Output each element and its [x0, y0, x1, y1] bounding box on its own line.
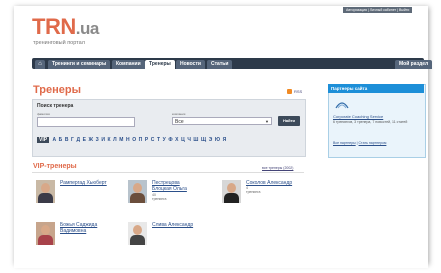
alpha-letter[interactable]: Щ — [201, 137, 206, 143]
tab-trainers[interactable]: Тренеры — [145, 60, 175, 69]
alpha-letter[interactable]: А — [52, 137, 56, 143]
alpha-letter[interactable]: Ч — [187, 137, 191, 143]
become-partner-link[interactable]: Стать партнером — [359, 141, 387, 145]
alpha-letter[interactable]: П — [139, 137, 143, 143]
top-account-links: Авторизация | Личный кабинет | Выйти — [343, 7, 413, 13]
trainer-trainings-count: 40 тренинга — [152, 193, 167, 201]
alpha-letter[interactable]: Л — [113, 137, 117, 143]
partner-name-link[interactable]: Corporate Coaching Service — [333, 114, 383, 119]
alpha-letter[interactable]: Н — [126, 137, 130, 143]
tab-companies[interactable]: Компании — [112, 60, 145, 69]
alpha-letter[interactable]: Д — [76, 137, 80, 143]
company-select[interactable]: Все ▼ — [172, 117, 272, 125]
alpha-letter[interactable]: М — [119, 137, 123, 143]
partner-links: Все партнеры | Стать партнером — [333, 141, 387, 145]
alpha-letter[interactable]: Ш — [193, 137, 198, 143]
alpha-letter[interactable]: Ж — [89, 137, 94, 143]
site-tagline: тренинговый портал — [33, 40, 85, 46]
alpha-letter[interactable]: В — [65, 137, 69, 143]
search-title: Поиск тренера — [37, 103, 74, 109]
partners-title: Партнеры сайта — [328, 84, 424, 93]
partner-logo-icon[interactable] — [334, 98, 350, 110]
my-section-button[interactable]: Мой раздел — [395, 60, 433, 69]
alpha-letter[interactable]: У — [163, 137, 166, 143]
trainer-name-link[interactable]: Рампергад Хьюберт — [60, 180, 120, 186]
alpha-letter[interactable]: И — [101, 137, 105, 143]
alpha-letter[interactable]: О — [132, 137, 136, 143]
trainer-name-link[interactable]: Божья Саджида Вадимовна — [60, 222, 110, 234]
alpha-letter[interactable]: Я — [223, 137, 227, 143]
alpha-vip[interactable]: VIP — [37, 137, 50, 143]
personal-link[interactable]: Личный кабинет — [370, 8, 396, 12]
alpha-letter[interactable]: З — [96, 137, 99, 143]
alpha-letter[interactable]: К — [108, 137, 111, 143]
find-button[interactable]: Найти — [278, 116, 300, 126]
alpha-letter[interactable]: Т — [157, 137, 160, 143]
trainer-name-link[interactable]: Слива Александр — [152, 222, 212, 228]
divider — [32, 172, 304, 173]
alpha-letter[interactable]: Ф — [168, 137, 172, 143]
rss-link[interactable]: RSS — [294, 89, 302, 94]
trainer-name-input[interactable] — [37, 117, 135, 127]
trainer-photo[interactable] — [36, 180, 55, 203]
trainer-name-link[interactable]: Пестрецова Блоцкая Ольга — [152, 180, 197, 192]
alpha-letter[interactable]: Ю — [215, 137, 220, 143]
vip-trainers-title: VIP-тренеры — [33, 163, 77, 170]
page-title: Тренеры — [33, 84, 82, 96]
tab-news[interactable]: Новости — [176, 60, 205, 69]
logout-link[interactable]: Выйти — [399, 8, 409, 12]
trainer-photo[interactable] — [128, 222, 147, 245]
alpha-letter[interactable]: Р — [145, 137, 148, 143]
alpha-letter[interactable]: Б — [59, 137, 63, 143]
rss-icon[interactable] — [287, 89, 292, 94]
trainer-photo[interactable] — [36, 222, 55, 245]
trainer-photo[interactable] — [222, 180, 241, 203]
all-trainers-link[interactable]: все тренеры (2002) — [262, 166, 293, 170]
page-curl — [14, 252, 428, 268]
chevron-down-icon: ▼ — [265, 119, 269, 124]
partner-description: 6 тренингов, 3 тренера, 7 новостей, 11 с… — [333, 120, 408, 124]
tab-articles[interactable]: Статьи — [207, 60, 233, 69]
alpha-letter[interactable]: Х — [175, 137, 178, 143]
home-icon[interactable]: ⌂ — [35, 60, 45, 69]
name-label: фамилия — [37, 112, 50, 116]
trainer-trainings-count: 4 тренинга — [246, 186, 261, 194]
alpha-letter[interactable]: С — [151, 137, 155, 143]
alpha-letter[interactable]: Г — [71, 137, 74, 143]
alphabet-filter: VIP А Б В Г Д Е Ж З И К Л М Н О П Р С Т … — [37, 136, 227, 144]
alpha-letter[interactable]: Е — [83, 137, 86, 143]
trainer-photo[interactable] — [128, 180, 147, 203]
company-label: компания — [172, 112, 186, 116]
site-logo[interactable]: TRN.ua — [32, 16, 99, 40]
all-partners-link[interactable]: Все партнеры — [333, 141, 356, 145]
alpha-letter[interactable]: Ц — [181, 137, 185, 143]
register-link[interactable]: Авторизация — [346, 8, 367, 12]
alpha-letter[interactable]: Э — [209, 137, 213, 143]
tab-trainings[interactable]: Тренинги и семинары — [48, 60, 111, 69]
